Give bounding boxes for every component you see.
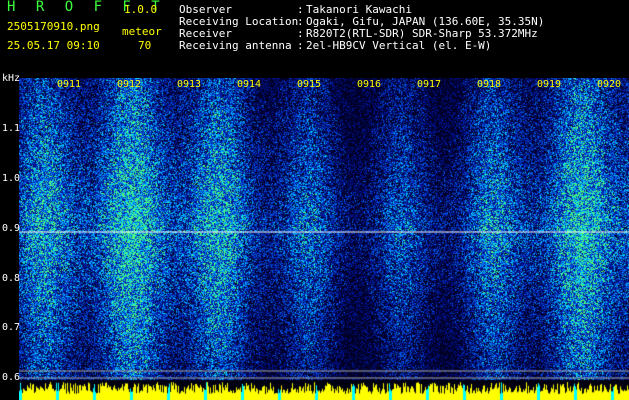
mode-label: meteor: [122, 25, 162, 38]
y-tick-label: 1.0: [2, 173, 21, 184]
y-axis-unit: kHz: [2, 73, 21, 84]
time-label: 0915: [297, 79, 322, 90]
app-version: 1.0.0: [124, 3, 158, 16]
time-label: 0912: [117, 79, 142, 90]
spectrogram-canvas: [19, 78, 629, 400]
meteor-count: 70: [138, 39, 152, 52]
timestamp: 25.05.17 09:10: [7, 39, 100, 52]
time-label: 0914: [237, 79, 262, 90]
y-tick-label: 0.8: [2, 273, 21, 284]
y-tick-label: 0.6: [2, 372, 21, 383]
y-tick-label: 0.7: [2, 322, 21, 333]
time-label: 0920: [597, 79, 622, 90]
y-tick-label: 1.1: [2, 123, 21, 134]
time-label: 0918: [477, 79, 502, 90]
time-label: 0919: [537, 79, 562, 90]
time-label: 0913: [177, 79, 202, 90]
time-label: 0911: [57, 79, 82, 90]
time-label: 0917: [417, 79, 442, 90]
hrofft-window: H R O F F T 1.0.0 2505170910.png meteor …: [0, 0, 629, 400]
info-value-antenna: 2el-HB9CV Vertical (el. E-W): [306, 39, 492, 52]
time-label: 0916: [357, 79, 382, 90]
file-name: 2505170910.png: [7, 20, 100, 33]
info-separator: :: [297, 39, 304, 52]
y-tick-label: 0.9: [2, 223, 21, 234]
info-key-antenna: Receiving antenna: [179, 39, 292, 52]
